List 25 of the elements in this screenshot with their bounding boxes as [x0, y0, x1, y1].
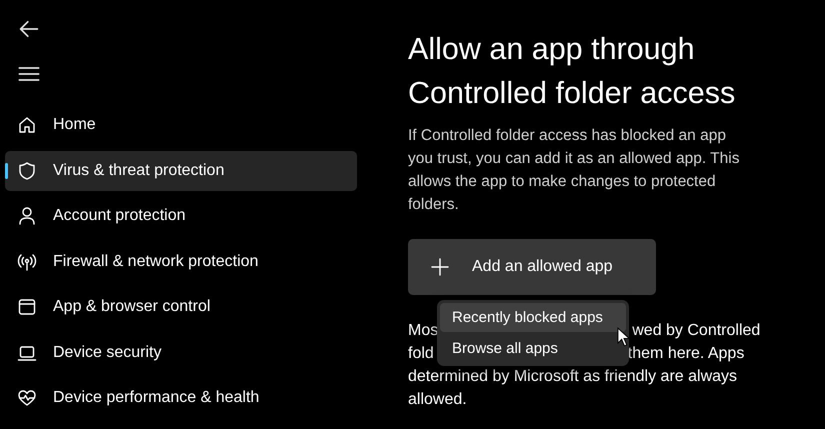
heart-pulse-icon — [17, 388, 37, 408]
add-app-button[interactable]: Add an allowed app — [408, 239, 656, 295]
sidebar-item[interactable]: Home — [5, 105, 357, 145]
menu-item[interactable]: Recently blocked apps — [440, 303, 626, 332]
window-icon — [17, 297, 37, 317]
plus-icon — [430, 257, 450, 277]
note-text: them here. Apps — [628, 344, 744, 364]
sidebar-item[interactable]: Firewall & network protection — [5, 242, 357, 282]
antenna-icon — [17, 252, 37, 272]
sidebar-item[interactable]: Device performance & health — [5, 378, 357, 418]
home-icon — [17, 115, 37, 135]
sidebar-item[interactable]: App & browser control — [5, 287, 357, 327]
description-text: If Controlled folder access has blocked an app you trust, you can add it as an allowed app. This allows the app to make changes to protected folders. — [408, 126, 740, 215]
note-text: fold — [408, 344, 434, 364]
sidebar-item[interactable]: Virus & threat protection — [5, 150, 357, 190]
note-text: determined by Microsoft as friendly are always — [408, 367, 738, 387]
note-text: allowed. — [408, 390, 467, 410]
note-text: Mos — [408, 321, 438, 341]
note-text: wed by Controlled — [632, 321, 760, 341]
person-icon — [17, 206, 37, 226]
sidebar-item[interactable]: Device security — [5, 332, 357, 372]
shield-icon — [17, 160, 37, 180]
cursor-icon — [617, 327, 630, 348]
page-title: Allow an app through Controlled folder access — [408, 31, 736, 112]
sidebar-item[interactable]: Account protection — [5, 196, 357, 236]
